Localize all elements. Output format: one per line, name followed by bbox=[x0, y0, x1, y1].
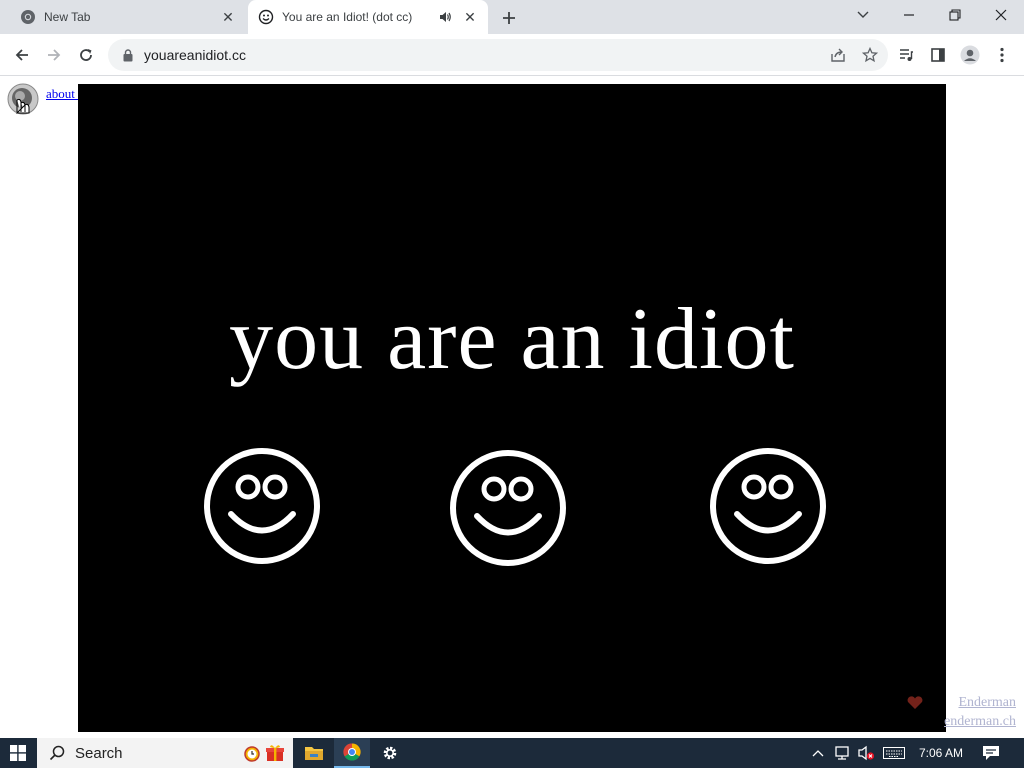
settings-gear-icon[interactable] bbox=[372, 738, 408, 768]
lock-icon[interactable] bbox=[120, 47, 136, 63]
smiley-face-icon bbox=[450, 450, 566, 566]
tab-strip: New Tab ✕ You are an Idiot! (dot cc) ✕ bbox=[0, 0, 1024, 34]
heart-icon bbox=[906, 696, 924, 710]
headline-text: you are an idiot bbox=[229, 291, 795, 388]
tab-title: New Tab bbox=[44, 10, 91, 24]
windows-start-icon[interactable] bbox=[0, 738, 36, 768]
bookmark-star-icon[interactable] bbox=[856, 41, 884, 69]
smiley-face-icon bbox=[204, 448, 320, 564]
search-icon bbox=[49, 745, 65, 761]
media-controls-icon[interactable] bbox=[892, 41, 920, 69]
restore-button[interactable] bbox=[932, 0, 978, 30]
chevron-up-icon[interactable] bbox=[808, 738, 828, 768]
tab-new-tab[interactable]: New Tab ✕ bbox=[8, 0, 246, 34]
volume-muted-icon[interactable] bbox=[854, 738, 878, 768]
url-text[interactable]: youareanidiot.cc bbox=[144, 47, 824, 63]
menu-kebab-icon[interactable] bbox=[988, 41, 1016, 69]
chrome-icon bbox=[20, 9, 36, 25]
new-tab-button[interactable] bbox=[498, 7, 520, 29]
close-window-button[interactable] bbox=[978, 0, 1024, 30]
network-icon[interactable] bbox=[830, 738, 854, 768]
close-tab-icon[interactable]: ✕ bbox=[218, 7, 238, 27]
tab-search-chevron-icon[interactable] bbox=[840, 0, 886, 30]
taskbar-clock[interactable]: 7:06 AM bbox=[912, 738, 970, 768]
alarm-clock-icon bbox=[242, 743, 262, 763]
speaker-icon[interactable] bbox=[436, 8, 454, 26]
keyboard-icon[interactable] bbox=[880, 738, 908, 768]
share-icon[interactable] bbox=[824, 41, 852, 69]
credit-url-link[interactable]: enderman.ch bbox=[944, 714, 1016, 730]
web-page: about | enable sauce you are an idiot En… bbox=[0, 76, 1024, 738]
close-tab-icon[interactable]: ✕ bbox=[460, 7, 480, 27]
smiley-icon bbox=[258, 9, 274, 25]
taskbar-search-box[interactable]: Search bbox=[37, 738, 293, 768]
back-button[interactable] bbox=[8, 41, 36, 69]
minimize-button[interactable] bbox=[886, 0, 932, 30]
credit-name-link[interactable]: Enderman bbox=[958, 695, 1016, 711]
sound-icon[interactable] bbox=[6, 82, 40, 116]
taskbar: Search 7:06 AM bbox=[0, 738, 1024, 768]
reload-button[interactable] bbox=[72, 41, 100, 69]
gift-icon bbox=[265, 743, 285, 763]
search-label: Search bbox=[75, 744, 123, 762]
file-explorer-icon[interactable] bbox=[296, 738, 332, 768]
side-panel-icon[interactable] bbox=[924, 41, 952, 69]
tab-you-are-an-idiot[interactable]: You are an Idiot! (dot cc) ✕ bbox=[248, 0, 488, 34]
smiley-face-icon bbox=[710, 448, 826, 564]
tab-title: You are an Idiot! (dot cc) bbox=[282, 10, 413, 24]
browser-toolbar: youareanidiot.cc bbox=[0, 34, 1024, 76]
chrome-taskbar-icon[interactable] bbox=[334, 738, 370, 768]
notifications-icon[interactable] bbox=[978, 738, 1004, 768]
video-player[interactable]: you are an idiot bbox=[78, 84, 946, 732]
profile-avatar-icon[interactable] bbox=[956, 41, 984, 69]
forward-button[interactable] bbox=[40, 41, 68, 69]
address-bar[interactable]: youareanidiot.cc bbox=[108, 39, 888, 71]
